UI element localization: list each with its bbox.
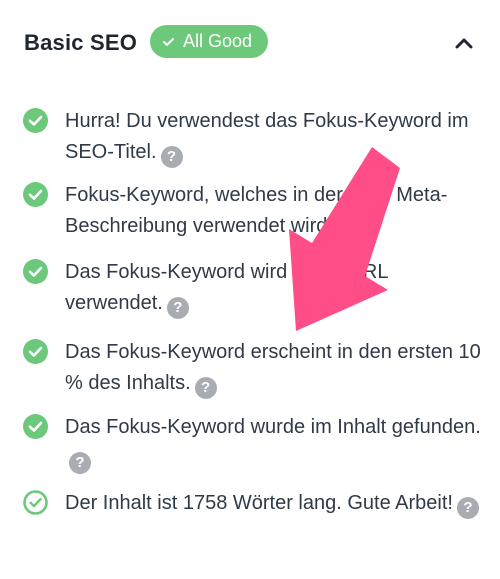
check-text: Fokus-Keyword, welches in der SEO Meta-B… [65,180,485,242]
check-text: Hurra! Du verwendest das Fokus-Keyword i… [65,106,485,168]
help-icon[interactable]: ? [456,497,479,519]
check-circle-icon [23,339,48,364]
help-icon[interactable]: ? [160,146,183,168]
collapse-button[interactable] [449,30,479,56]
check-text: Der Inhalt ist 1758 Wörter lang. Gute Ar… [65,488,485,519]
help-icon[interactable]: ? [194,377,217,399]
check-text: Das Fokus-Keyword wurde im Inhalt gefund… [65,412,485,474]
check-message: Das Fokus-Keyword wurde im Inhalt gefund… [65,416,481,438]
check-message: Der Inhalt ist 1758 Wörter lang. Gute Ar… [65,492,453,514]
check-circle-icon [23,414,48,439]
chevron-up-icon [455,38,473,49]
help-icon[interactable]: ? [336,220,359,242]
check-message: Hurra! Du verwendest das Fokus-Keyword i… [65,110,469,163]
check-message: Das Fokus-Keyword wird in der URL verwen… [65,261,388,314]
badge-label: All Good [183,31,253,51]
check-icon [163,37,174,46]
panel-title: Basic SEO [24,30,138,55]
check-text: Das Fokus-Keyword wird in der URL verwen… [65,257,485,319]
help-icon[interactable]: ? [166,297,189,319]
check-message: Das Fokus-Keyword erscheint in den erste… [65,341,481,394]
check-circle-outline-icon [23,490,48,515]
check-message: Fokus-Keyword, welches in der SEO Meta-B… [65,184,448,237]
panel-header[interactable]: Basic SEO All Good [0,0,500,85]
help-icon[interactable]: ? [69,452,91,474]
check-circle-icon [23,108,48,133]
check-circle-icon [23,182,48,207]
status-badge: All Good [150,25,269,58]
check-text: Das Fokus-Keyword erscheint in den erste… [65,337,485,399]
check-circle-icon [23,259,48,284]
